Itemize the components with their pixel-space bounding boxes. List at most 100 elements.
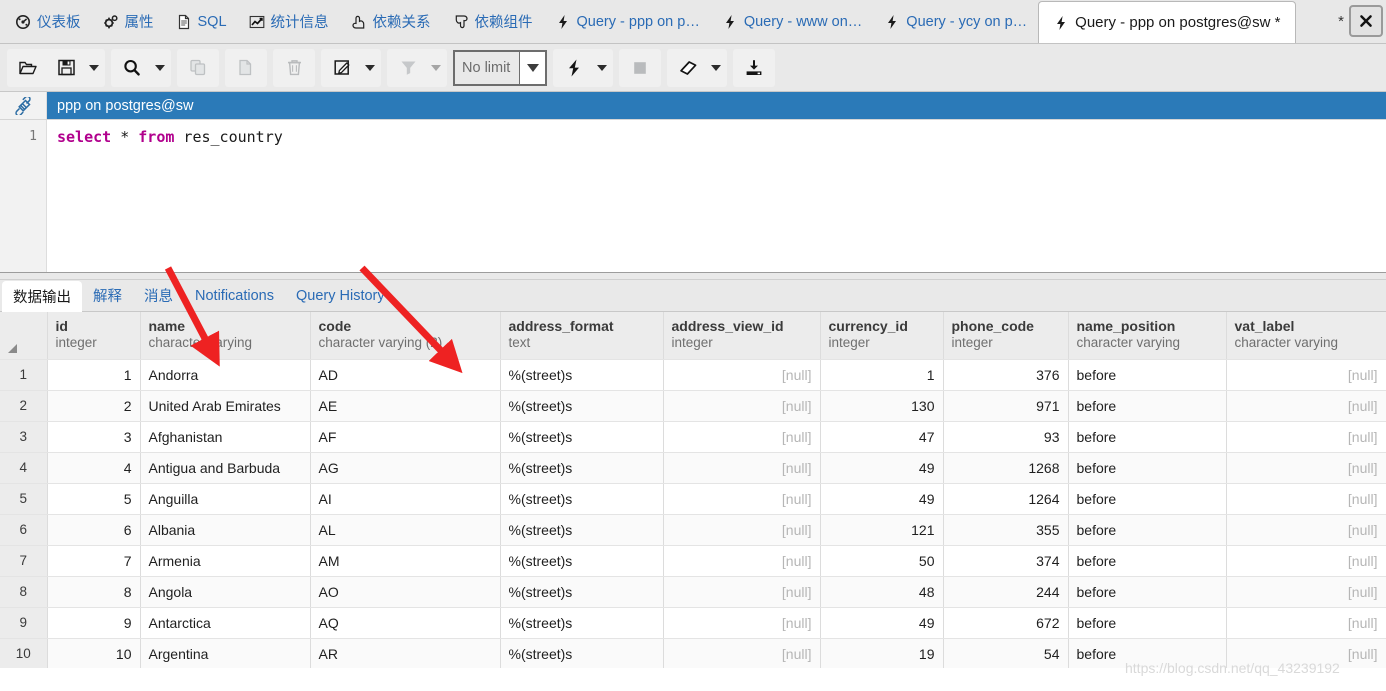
column-header-address_view_id[interactable]: address_view_id integer [663, 312, 821, 360]
cell-address_view_id[interactable]: [null] [663, 452, 821, 484]
cell-id[interactable]: 4 [47, 452, 141, 484]
cell-address_view_id[interactable]: [null] [663, 638, 821, 668]
table-row[interactable]: 6 6 Albania AL %(street)s [null] 121 355 before[… [0, 514, 1386, 546]
row-number[interactable]: 5 [0, 483, 48, 515]
find-button[interactable] [113, 50, 151, 86]
save-file-dropdown[interactable] [85, 50, 103, 86]
table-row[interactable]: 9 9 Antarctica AQ %(street)s [null] 49 672 befor… [0, 607, 1386, 639]
cell-name_position[interactable]: before [1068, 452, 1227, 484]
download-csv-button[interactable] [735, 50, 773, 86]
column-header-name[interactable]: name character varying [140, 312, 311, 360]
row-number[interactable]: 3 [0, 421, 48, 453]
tab-dashboard[interactable]: 仪表板 [4, 0, 92, 43]
cell-code[interactable]: AE [310, 390, 501, 422]
tab-statistics[interactable]: 统计信息 [238, 0, 340, 43]
cell-phone_code[interactable]: 971 [943, 390, 1069, 422]
cell-vat_label[interactable]: [null] [1226, 452, 1386, 484]
cell-code[interactable]: AM [310, 545, 501, 577]
table-row[interactable]: 2 2 United Arab Emirates AE %(street)s [null]… [0, 390, 1386, 422]
cell-address_format[interactable]: %(street)s [500, 359, 664, 391]
cell-currency_id[interactable]: 1 [820, 359, 944, 391]
cell-code[interactable]: AF [310, 421, 501, 453]
cell-id[interactable]: 8 [47, 576, 141, 608]
cell-name[interactable]: Antarctica [140, 607, 311, 639]
cell-address_format[interactable]: %(street)s [500, 638, 664, 668]
cell-vat_label[interactable]: [null] [1226, 638, 1386, 668]
tab-properties[interactable]: 属性 [92, 0, 165, 43]
cell-address_format[interactable]: %(street)s [500, 576, 664, 608]
cell-currency_id[interactable]: 49 [820, 607, 944, 639]
table-row[interactable]: 7 7 Armenia AM %(street)s [null] 50 374 before [n… [0, 545, 1386, 577]
cell-currency_id[interactable]: 130 [820, 390, 944, 422]
table-row[interactable]: 8 8 Angola AO %(street)s [null] 48 244 before [nu… [0, 576, 1386, 608]
cell-vat_label[interactable]: [null] [1226, 359, 1386, 391]
clear-button[interactable] [669, 50, 707, 86]
connection-title[interactable]: ppp on postgres@sw [47, 92, 1386, 119]
clear-dropdown[interactable] [707, 50, 725, 86]
cell-id[interactable]: 6 [47, 514, 141, 546]
tab-query-ppp-active[interactable]: Query - ppp on postgres@sw * [1038, 1, 1296, 43]
cell-name[interactable]: Afghanistan [140, 421, 311, 453]
cell-name_position[interactable]: before [1068, 638, 1227, 668]
edit-dropdown[interactable] [361, 50, 379, 86]
cell-id[interactable]: 9 [47, 607, 141, 639]
cell-code[interactable]: AL [310, 514, 501, 546]
tab-query-www[interactable]: Query - www on… [711, 0, 873, 43]
open-file-button[interactable] [9, 50, 47, 86]
cell-vat_label[interactable]: [null] [1226, 607, 1386, 639]
result-tab-explain[interactable]: 解释 [82, 280, 133, 311]
cell-name[interactable]: Armenia [140, 545, 311, 577]
cell-address_view_id[interactable]: [null] [663, 576, 821, 608]
stop-query-button[interactable] [621, 50, 659, 86]
cell-name_position[interactable]: before [1068, 607, 1227, 639]
cell-address_view_id[interactable]: [null] [663, 545, 821, 577]
cell-name[interactable]: United Arab Emirates [140, 390, 311, 422]
row-limit-select[interactable]: No limit [453, 49, 547, 86]
cell-name_position[interactable]: before [1068, 390, 1227, 422]
delete-rows-button[interactable] [275, 50, 313, 86]
table-row[interactable]: 5 5 Anguilla AI %(street)s [null] 49 1264 before… [0, 483, 1386, 515]
cell-code[interactable]: AG [310, 452, 501, 484]
cell-address_view_id[interactable]: [null] [663, 607, 821, 639]
tab-dependents[interactable]: 依赖组件 [442, 0, 544, 43]
cell-name[interactable]: Andorra [140, 359, 311, 391]
edit-button[interactable] [323, 50, 361, 86]
data-grid-container[interactable]: id integer name character varying code charac… [0, 312, 1386, 668]
row-number[interactable]: 2 [0, 390, 48, 422]
tab-sql[interactable]: SQL [165, 0, 238, 43]
paste-rows-button[interactable] [227, 50, 265, 86]
cell-currency_id[interactable]: 19 [820, 638, 944, 668]
cell-address_view_id[interactable]: [null] [663, 390, 821, 422]
table-row[interactable]: 4 4 Antigua and Barbuda AG %(street)s [null] 4… [0, 452, 1386, 484]
filter-dropdown[interactable] [427, 50, 445, 86]
cell-id[interactable]: 1 [47, 359, 141, 391]
row-number[interactable]: 9 [0, 607, 48, 639]
result-tab-data-output[interactable]: 数据输出 [2, 281, 82, 312]
column-header-currency_id[interactable]: currency_id integer [820, 312, 944, 360]
cell-address_format[interactable]: %(street)s [500, 514, 664, 546]
cell-phone_code[interactable]: 1268 [943, 452, 1069, 484]
close-tab-button[interactable] [1349, 5, 1383, 37]
column-header-vat_label[interactable]: vat_label character varying [1226, 312, 1386, 360]
cell-address_format[interactable]: %(street)s [500, 452, 664, 484]
cell-currency_id[interactable]: 49 [820, 483, 944, 515]
cell-code[interactable]: AO [310, 576, 501, 608]
cell-phone_code[interactable]: 672 [943, 607, 1069, 639]
copy-rows-button[interactable] [179, 50, 217, 86]
cell-vat_label[interactable]: [null] [1226, 514, 1386, 546]
sql-code-area[interactable]: select * from res_country [47, 120, 1386, 272]
cell-phone_code[interactable]: 54 [943, 638, 1069, 668]
cell-currency_id[interactable]: 121 [820, 514, 944, 546]
tab-query-ppp-1[interactable]: Query - ppp on p… [544, 0, 711, 43]
cell-id[interactable]: 7 [47, 545, 141, 577]
row-number[interactable]: 4 [0, 452, 48, 484]
cell-address_format[interactable]: %(street)s [500, 545, 664, 577]
cell-address_view_id[interactable]: [null] [663, 483, 821, 515]
cell-name[interactable]: Angola [140, 576, 311, 608]
result-tab-notifications[interactable]: Notifications [184, 280, 285, 311]
tab-query-ycy[interactable]: Query - ycy on p… [873, 0, 1038, 43]
cell-currency_id[interactable]: 50 [820, 545, 944, 577]
result-tab-messages[interactable]: 消息 [133, 280, 184, 311]
cell-vat_label[interactable]: [null] [1226, 545, 1386, 577]
cell-address_format[interactable]: %(street)s [500, 483, 664, 515]
